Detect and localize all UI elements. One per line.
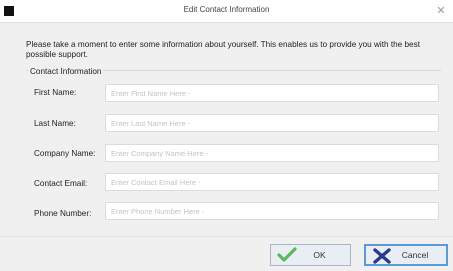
window-title: Edit Contact Information bbox=[183, 5, 270, 14]
last-name-field[interactable] bbox=[105, 114, 439, 132]
ok-button[interactable]: OK bbox=[270, 244, 351, 266]
cancel-button-label: Cancel bbox=[401, 250, 429, 260]
company-name-label: Company Name: bbox=[34, 149, 96, 158]
ok-button-label: OK bbox=[313, 250, 326, 260]
phone-number-field[interactable] bbox=[105, 202, 439, 220]
intro-text: Please take a moment to enter some infor… bbox=[26, 40, 420, 59]
last-name-label: Last Name: bbox=[34, 119, 76, 128]
contact-email-label: Contact Email: bbox=[34, 179, 88, 188]
first-name-label: First Name: bbox=[34, 88, 77, 97]
contact-email-field[interactable] bbox=[105, 173, 439, 191]
cancel-button[interactable]: Cancel bbox=[364, 244, 448, 266]
company-name-field[interactable] bbox=[105, 144, 439, 162]
footer-divider bbox=[0, 236, 453, 237]
title-bar: Edit Contact Information ✕ bbox=[0, 0, 453, 23]
close-icon[interactable]: ✕ bbox=[435, 5, 447, 17]
first-name-field[interactable] bbox=[105, 84, 439, 102]
phone-number-label: Phone Number: bbox=[34, 209, 92, 218]
group-label: Contact Information bbox=[28, 67, 104, 76]
